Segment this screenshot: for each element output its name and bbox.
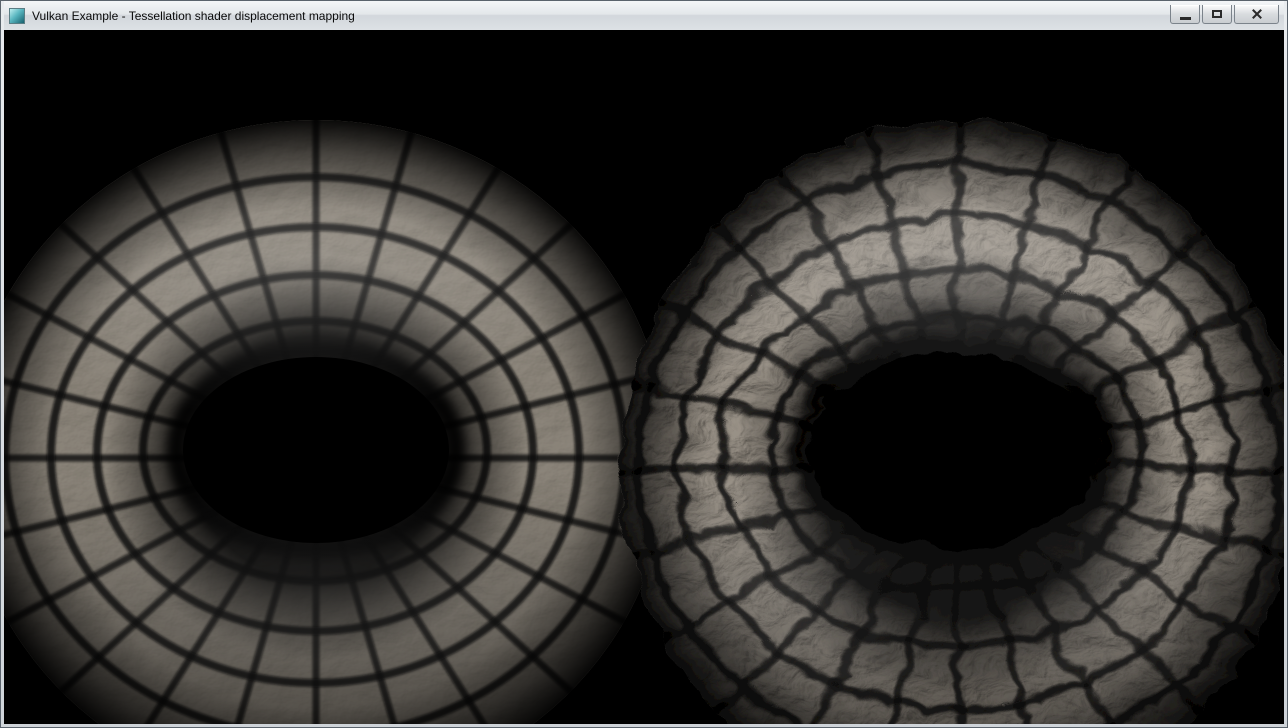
window-controls	[1170, 5, 1279, 24]
torus-left	[4, 100, 704, 724]
vulkan-render	[4, 30, 1284, 724]
minimize-icon	[1180, 17, 1191, 20]
vulkan-app-icon	[9, 8, 25, 24]
titlebar[interactable]: Vulkan Example - Tessellation shader dis…	[4, 1, 1284, 30]
window-title: Vulkan Example - Tessellation shader dis…	[32, 9, 355, 23]
torus-right	[594, 90, 1284, 724]
app-window: Vulkan Example - Tessellation shader dis…	[0, 0, 1288, 728]
close-button[interactable]	[1234, 5, 1279, 24]
close-icon	[1251, 8, 1263, 20]
render-viewport[interactable]	[4, 30, 1284, 724]
maximize-icon	[1212, 10, 1222, 18]
maximize-button[interactable]	[1202, 5, 1232, 24]
minimize-button[interactable]	[1170, 5, 1200, 24]
